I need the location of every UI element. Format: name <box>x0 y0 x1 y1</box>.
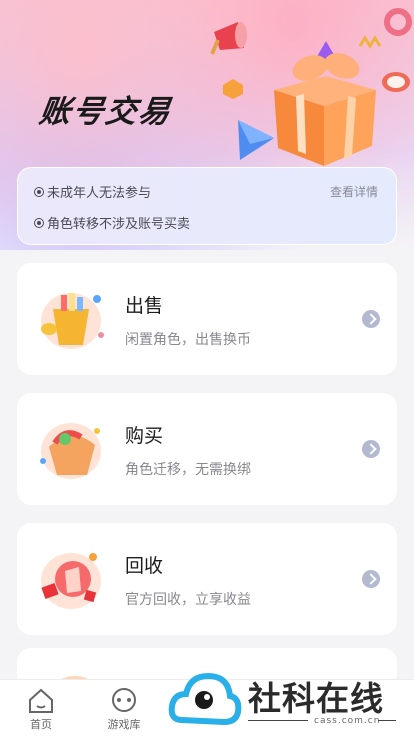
cube-decoration-icon <box>223 79 243 99</box>
notice-line-transfer: 角色转移不涉及账号买卖 <box>34 213 190 232</box>
buy-subtitle: 角色迁移，无需换绑 <box>125 462 251 478</box>
bullet-icon <box>34 217 44 228</box>
megaphone-icon <box>210 22 247 55</box>
recycle-subtitle: 官方回收，立享收益 <box>125 592 251 608</box>
tab-home-label: 首页 <box>30 718 52 731</box>
page-title: 账号交易 <box>36 94 175 130</box>
recycle-title: 回收 <box>125 555 164 577</box>
game-library-icon <box>112 688 136 712</box>
buy-card[interactable]: 购买 角色迁移，无需换绑 <box>17 393 397 505</box>
notice-text-transfer: 角色转移不涉及账号买卖 <box>47 217 191 232</box>
view-details-link[interactable]: 查看详情 <box>330 183 378 200</box>
recycle-card[interactable]: 回收 官方回收，立享收益 <box>17 523 397 635</box>
shopping-bag-icon <box>40 423 101 479</box>
sell-card[interactable]: 出售 闲置角色，出售换币 <box>17 263 397 375</box>
squiggle-decoration-icon <box>358 35 382 49</box>
watermark: 社科在线 cass.com.cn <box>168 668 408 736</box>
watermark-url: cass.com.cn <box>314 716 381 726</box>
sell-subtitle: 闲置角色，出售换币 <box>125 332 251 348</box>
logo-cloud-icon <box>168 672 242 726</box>
red-envelope-hand-icon <box>41 553 101 609</box>
chevron-right-icon[interactable] <box>362 440 380 458</box>
notice-text-age: 未成年人无法参与 <box>47 186 152 201</box>
watermark-text: 社科在线 <box>248 679 384 718</box>
notice-line-age: 未成年人无法参与 <box>34 182 151 201</box>
tab-game-library[interactable]: 游戏库 <box>94 686 154 732</box>
watermark-divider-right <box>378 720 396 721</box>
home-icon <box>29 688 53 713</box>
chevron-right-icon[interactable] <box>362 570 380 588</box>
notice-panel: 未成年人无法参与 角色转移不涉及账号买卖 查看详情 <box>17 167 397 245</box>
buy-title: 购买 <box>125 425 164 447</box>
tab-home[interactable]: 首页 <box>11 686 71 732</box>
bullet-icon <box>34 186 44 197</box>
sell-title: 出售 <box>125 295 164 317</box>
tab-game-library-label: 游戏库 <box>107 718 141 731</box>
coin-bag-icon <box>41 293 104 349</box>
ring-decoration-icon <box>384 8 412 36</box>
gift-box-icon <box>274 53 376 166</box>
watermark-divider-left <box>248 720 308 721</box>
chevron-right-icon[interactable] <box>362 310 380 328</box>
